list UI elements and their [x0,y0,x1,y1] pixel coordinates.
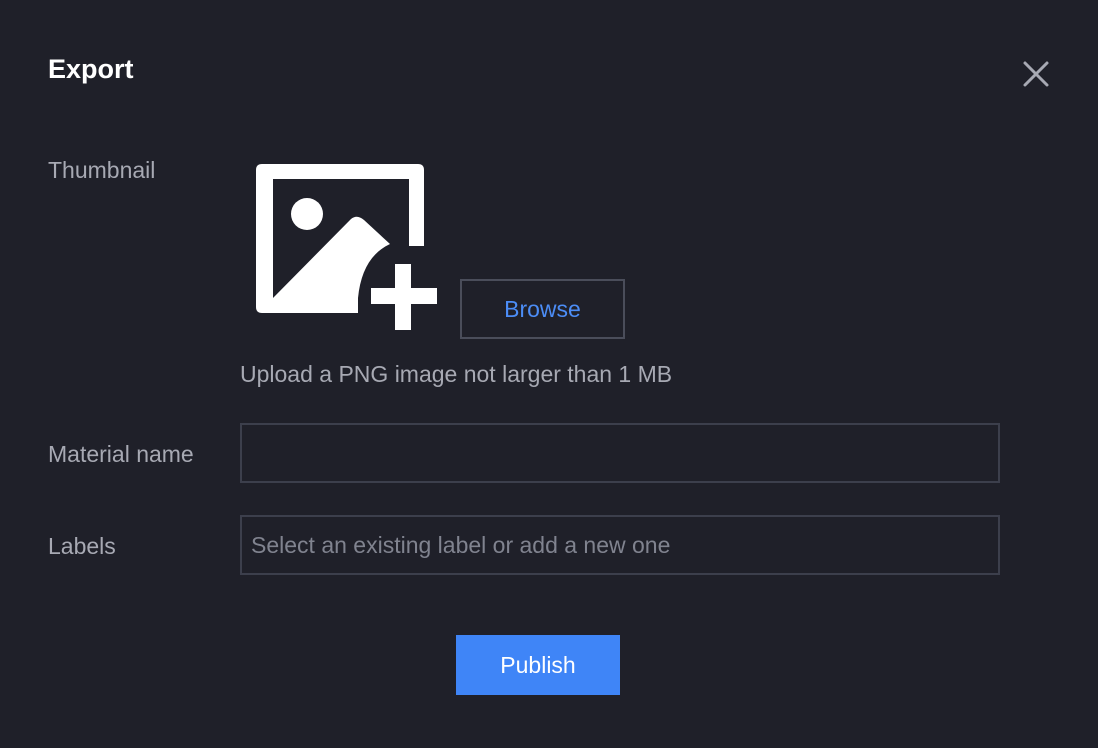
publish-button[interactable]: Publish [456,635,620,695]
labels-label: Labels [48,533,116,559]
dialog-title: Export [48,54,134,84]
browse-button[interactable]: Browse [460,279,625,339]
thumbnail-upload-area[interactable] [254,162,444,334]
close-button[interactable] [1018,56,1054,92]
material-name-label: Material name [48,441,194,467]
thumbnail-label: Thumbnail [48,157,156,183]
thumbnail-hint: Upload a PNG image not larger than 1 MB [240,361,673,387]
labels-input[interactable] [240,515,1000,575]
export-dialog: Export Thumbnail Browse Upload a PNG ima… [0,0,1098,748]
close-icon [1023,61,1049,87]
material-name-input[interactable] [240,423,1000,483]
add-image-icon [256,164,437,330]
